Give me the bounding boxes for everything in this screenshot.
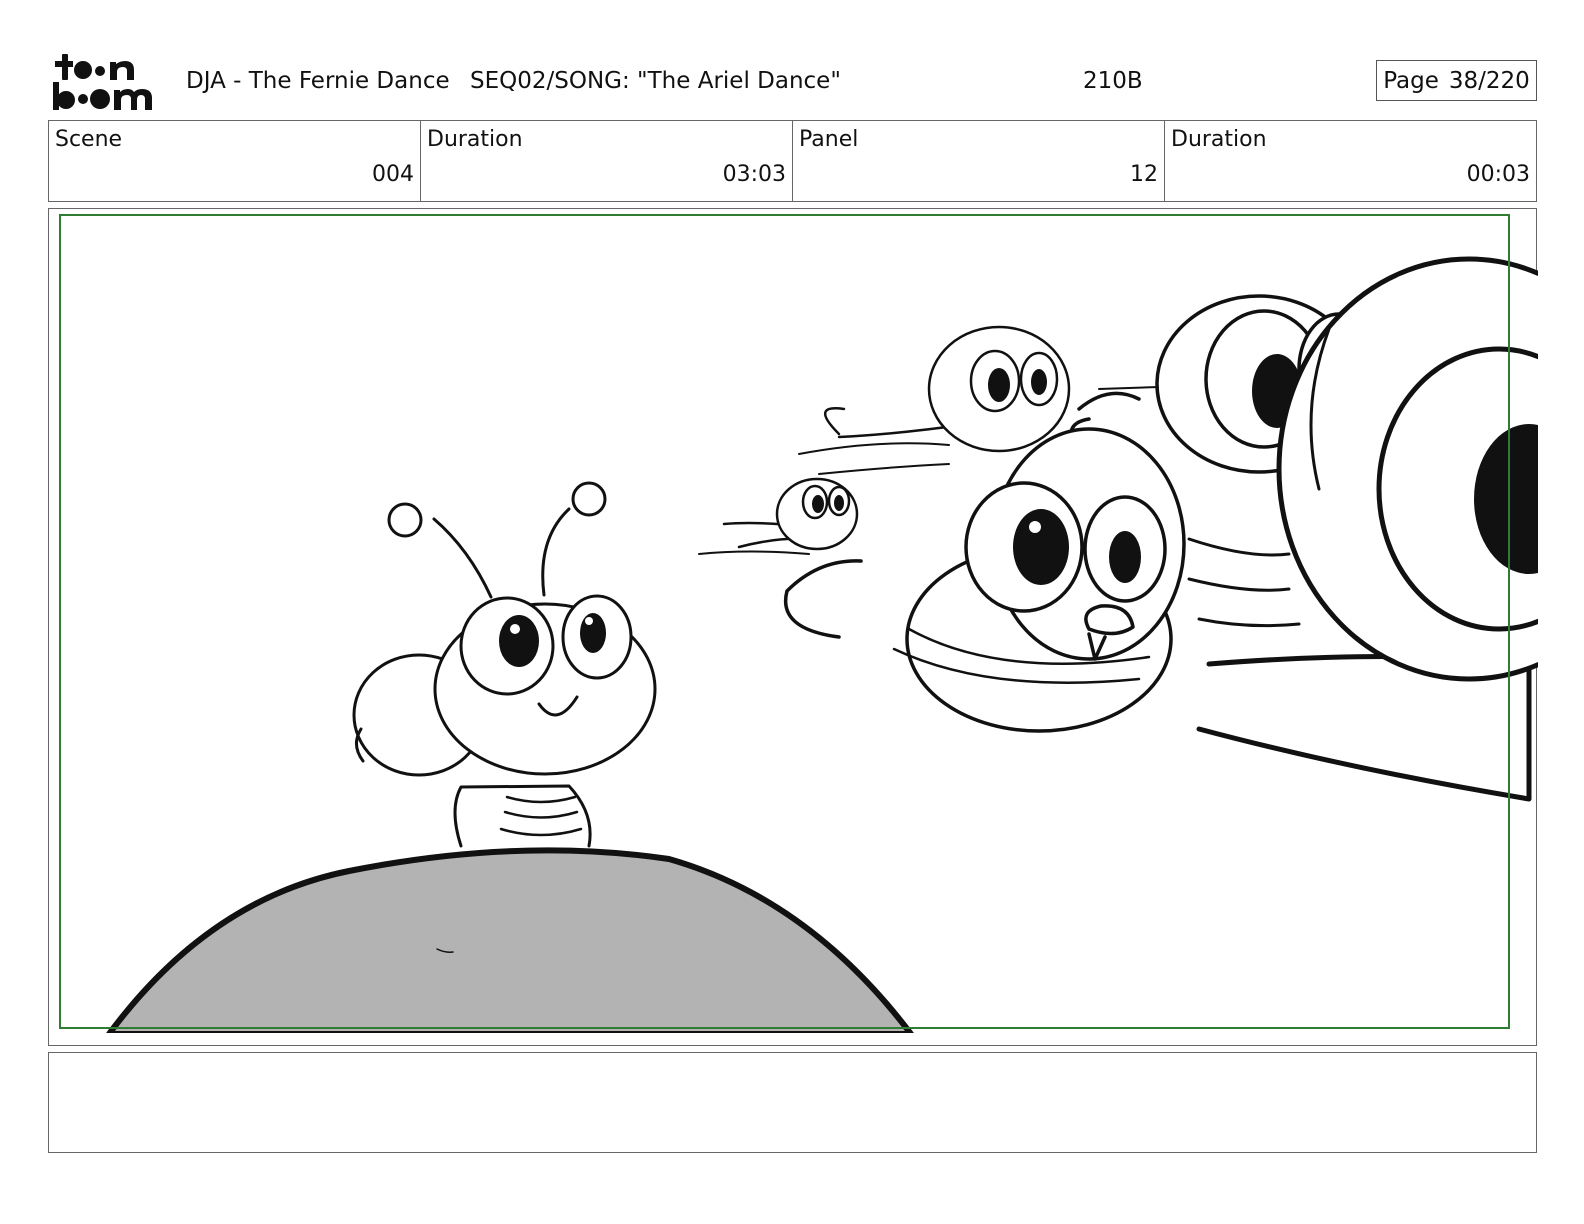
scene-duration-cell: Duration 03:03 (420, 121, 792, 201)
panel-drawing (59, 214, 1538, 1033)
page-indicator: Page 38/220 (1376, 60, 1537, 101)
project-title: DJA - The Fernie Dance (186, 68, 450, 94)
hill (106, 847, 914, 1033)
small-bug (352, 481, 657, 848)
panel-duration-label: Duration (1171, 127, 1267, 152)
scene-cell: Scene 004 (49, 121, 420, 201)
panel-cell: Panel 12 (792, 121, 1164, 201)
panel-value: 12 (1130, 162, 1158, 187)
panel-notes-box (48, 1052, 1537, 1153)
page-label: Page (1383, 67, 1439, 94)
info-table: Scene 004 Duration 03:03 Panel 12 Durati… (48, 120, 1537, 202)
large-near-bug (783, 417, 1186, 733)
sequence-code: 210B (1083, 68, 1143, 94)
panel-duration-value: 00:03 (1466, 162, 1530, 187)
scene-duration-label: Duration (427, 127, 523, 152)
page-number: 38/220 (1448, 67, 1530, 94)
sequence-title: SEQ02/SONG: "The Ariel Dance" (470, 68, 841, 94)
tiny-flying-bug (698, 477, 859, 555)
panel-duration-cell: Duration 00:03 (1164, 121, 1536, 201)
mid-flying-bug (798, 325, 1071, 475)
storyboard-panel (48, 208, 1538, 1046)
toonboom-logo (53, 54, 152, 110)
panel-label: Panel (799, 127, 859, 152)
scene-value: 004 (372, 162, 414, 187)
scene-duration-value: 03:03 (722, 162, 786, 187)
scene-label: Scene (55, 127, 123, 152)
